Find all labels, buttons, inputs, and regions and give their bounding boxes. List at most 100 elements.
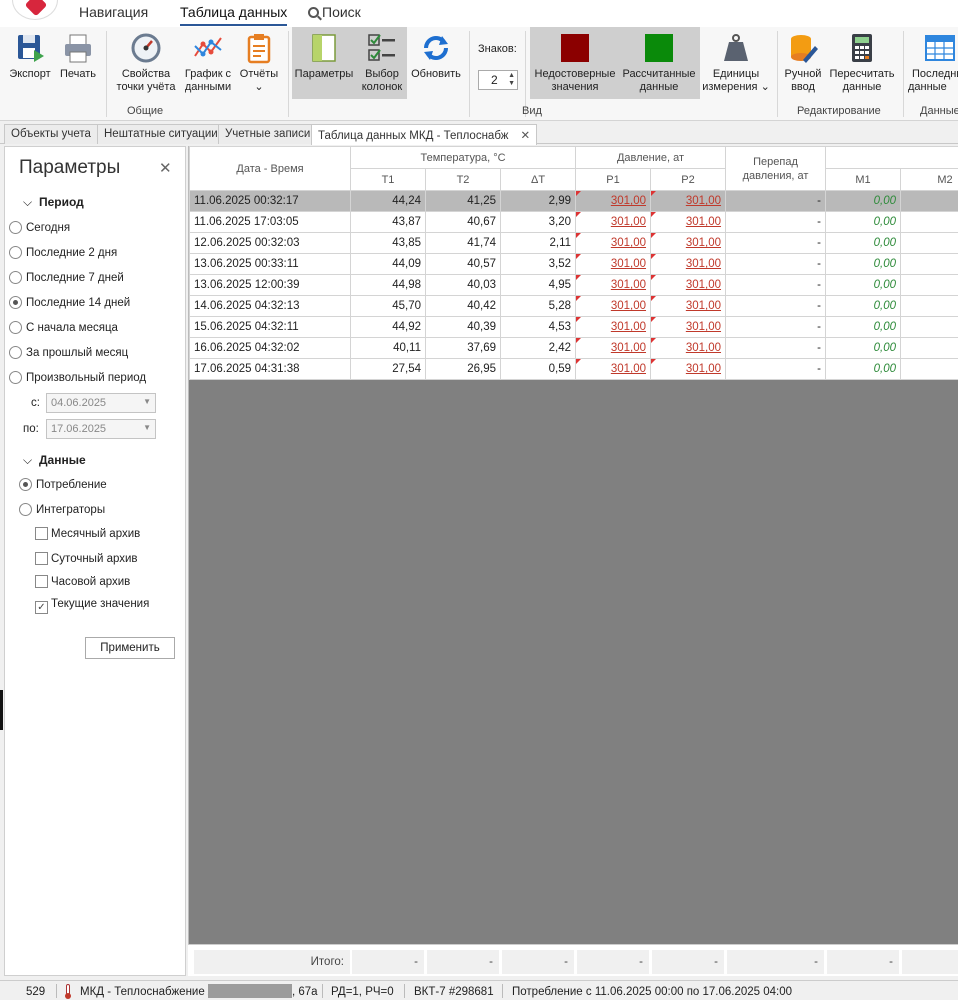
cell-t2[interactable]: 40,39 xyxy=(425,316,501,338)
cell-t1[interactable]: 45,70 xyxy=(350,295,426,317)
period-option-month-start[interactable]: С начала месяца xyxy=(9,321,118,334)
cell-p1[interactable]: 301,00 xyxy=(575,190,652,212)
cell-datetime[interactable]: 17.06.2025 04:31:38 xyxy=(189,358,351,380)
cell-pressure-drop[interactable]: - xyxy=(725,190,827,212)
menu-tab-navigation[interactable]: Навигация xyxy=(79,4,148,26)
table-row[interactable]: 13.06.2025 00:33:11 44,09 40,57 3,52 301,00 3… xyxy=(189,253,958,275)
cell-datetime[interactable]: 16.06.2025 04:32:02 xyxy=(189,337,351,359)
cell-datetime[interactable]: 11.06.2025 00:32:17 xyxy=(189,190,351,212)
column-header-t2[interactable]: Т2 xyxy=(425,168,501,191)
cell-m2[interactable]: 0, xyxy=(900,232,958,254)
cell-p1[interactable]: 301,00 xyxy=(575,295,652,317)
table-row[interactable]: 11.06.2025 17:03:05 43,87 40,67 3,20 301,00 3… xyxy=(189,211,958,233)
column-header-m1[interactable]: М1 xyxy=(825,168,902,191)
table-row[interactable]: 13.06.2025 12:00:39 44,98 40,03 4,95 301,00 3… xyxy=(189,274,958,296)
archive-monthly-checkbox[interactable]: Месячный архив xyxy=(35,527,140,540)
period-section-header[interactable]: ⌵ Период xyxy=(23,195,84,210)
cell-dt[interactable]: 3,52 xyxy=(499,253,577,275)
cell-p1[interactable]: 301,00 xyxy=(575,253,652,275)
cell-p2[interactable]: 301,00 xyxy=(650,295,727,317)
cell-pressure-drop[interactable]: - xyxy=(725,211,827,233)
table-row[interactable]: 15.06.2025 04:32:11 44,92 40,39 4,53 301,00 3… xyxy=(189,316,958,338)
cell-p2[interactable]: 301,00 xyxy=(650,316,727,338)
cell-datetime[interactable]: 13.06.2025 00:33:11 xyxy=(189,253,351,275)
data-option-consumption[interactable]: Потребление xyxy=(19,478,107,491)
column-header-pressure-drop[interactable]: Перепад давления, ат xyxy=(725,146,827,191)
cell-m1[interactable]: 0,00 xyxy=(825,232,902,254)
cell-m2[interactable]: 0, xyxy=(900,337,958,359)
apply-button[interactable]: Применить xyxy=(85,637,175,659)
cell-pressure-drop[interactable]: - xyxy=(725,295,827,317)
table-row[interactable]: 17.06.2025 04:31:38 27,54 26,95 0,59 301,00 3… xyxy=(189,358,958,380)
cell-pressure-drop[interactable]: - xyxy=(725,232,827,254)
chart-with-data-button[interactable]: График с данными xyxy=(182,29,234,99)
doc-tab-incidents[interactable]: Нештатные ситуации xyxy=(97,124,225,144)
spinner-arrows-icon[interactable]: ▲ ▼ xyxy=(508,72,515,88)
cell-t1[interactable]: 43,87 xyxy=(350,211,426,233)
manual-input-button[interactable]: Ручной ввод xyxy=(782,29,824,99)
cell-datetime[interactable]: 12.06.2025 00:32:03 xyxy=(189,232,351,254)
cell-t2[interactable]: 40,42 xyxy=(425,295,501,317)
cell-p1[interactable]: 301,00 xyxy=(575,232,652,254)
parameters-button[interactable]: Параметры xyxy=(294,29,354,99)
doc-tab-data-table[interactable]: Таблица данных МКД - Теплоснабж ✕ xyxy=(311,124,538,145)
cell-dt[interactable]: 4,95 xyxy=(499,274,577,296)
cell-m1[interactable]: 0,00 xyxy=(825,274,902,296)
print-button[interactable]: Печать xyxy=(56,29,100,99)
cell-t1[interactable]: 44,92 xyxy=(350,316,426,338)
cell-datetime[interactable]: 11.06.2025 17:03:05 xyxy=(189,211,351,233)
cell-m2[interactable]: 0, xyxy=(900,274,958,296)
column-header-dt[interactable]: ΔТ xyxy=(499,168,577,191)
cell-t1[interactable]: 44,24 xyxy=(350,190,426,212)
cell-p1[interactable]: 301,00 xyxy=(575,211,652,233)
cell-p2[interactable]: 301,00 xyxy=(650,358,727,380)
cell-m2[interactable]: 0, xyxy=(900,253,958,275)
cell-t1[interactable]: 43,85 xyxy=(350,232,426,254)
data-option-integrators[interactable]: Интеграторы xyxy=(19,503,105,516)
period-option-2-days[interactable]: Последние 2 дня xyxy=(9,246,117,259)
cell-t2[interactable]: 41,74 xyxy=(425,232,501,254)
cell-m1[interactable]: 0,00 xyxy=(825,295,902,317)
period-option-7-days[interactable]: Последние 7 дней xyxy=(9,271,124,284)
cell-p2[interactable]: 301,00 xyxy=(650,232,727,254)
close-tab-icon[interactable]: ✕ xyxy=(520,130,530,142)
cell-t1[interactable]: 44,09 xyxy=(350,253,426,275)
cell-datetime[interactable]: 14.06.2025 04:32:13 xyxy=(189,295,351,317)
invalid-values-button[interactable]: Недостоверные значения xyxy=(532,29,618,99)
table-row[interactable]: 11.06.2025 00:32:17 44,24 41,25 2,99 301,00 3… xyxy=(189,190,958,212)
cell-m1[interactable]: 0,00 xyxy=(825,190,902,212)
units-button[interactable]: Единицы измерения ⌄ xyxy=(702,29,770,99)
cell-p2[interactable]: 301,00 xyxy=(650,337,727,359)
cell-t2[interactable]: 41,25 xyxy=(425,190,501,212)
cell-pressure-drop[interactable]: - xyxy=(725,274,827,296)
cell-t2[interactable]: 40,67 xyxy=(425,211,501,233)
cell-t2[interactable]: 37,69 xyxy=(425,337,501,359)
cell-datetime[interactable]: 13.06.2025 12:00:39 xyxy=(189,274,351,296)
menu-tab-data-table[interactable]: Таблица данных xyxy=(180,4,288,26)
cell-m1[interactable]: 0,00 xyxy=(825,316,902,338)
table-row[interactable]: 16.06.2025 04:32:02 40,11 37,69 2,42 301,00 3… xyxy=(189,337,958,359)
calculated-data-button[interactable]: Рассчитанные данные xyxy=(620,29,698,99)
cell-m1[interactable]: 0,00 xyxy=(825,337,902,359)
cell-m2[interactable]: 0, xyxy=(900,295,958,317)
cell-m2[interactable]: 0, xyxy=(900,316,958,338)
cell-t1[interactable]: 27,54 xyxy=(350,358,426,380)
cell-dt[interactable]: 0,59 xyxy=(499,358,577,380)
cell-m1[interactable]: 0,00 xyxy=(825,211,902,233)
close-panel-icon[interactable]: ✕ xyxy=(159,159,172,177)
cell-pressure-drop[interactable]: - xyxy=(725,337,827,359)
cell-dt[interactable]: 2,99 xyxy=(499,190,577,212)
cell-m2[interactable]: 0, xyxy=(900,211,958,233)
cell-t1[interactable]: 40,11 xyxy=(350,337,426,359)
cell-p1[interactable]: 301,00 xyxy=(575,316,652,338)
to-date-input[interactable]: 17.06.2025 ▼ xyxy=(46,419,156,439)
cell-pressure-drop[interactable]: - xyxy=(725,358,827,380)
cell-dt[interactable]: 3,20 xyxy=(499,211,577,233)
chevron-down-icon[interactable]: ▼ xyxy=(143,423,151,432)
cell-m2[interactable]: 0, xyxy=(900,190,958,212)
chevron-down-icon[interactable]: ▼ xyxy=(143,397,151,406)
cell-t2[interactable]: 40,03 xyxy=(425,274,501,296)
cell-t2[interactable]: 26,95 xyxy=(425,358,501,380)
cell-datetime[interactable]: 15.06.2025 04:32:11 xyxy=(189,316,351,338)
metering-point-properties-button[interactable]: Свойства точки учёта xyxy=(112,29,180,99)
